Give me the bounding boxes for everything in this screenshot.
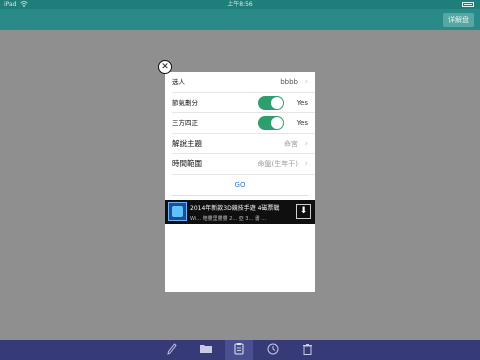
row-label: 節氣劃分 bbox=[172, 98, 198, 107]
chevron-right-icon: › bbox=[304, 159, 308, 169]
ad-banner[interactable]: 2014年新款3D競技手遊 4磁票戰 Wi... 賠豐里豐豐 2... 亞 3.… bbox=[165, 200, 315, 224]
row-label: 三方四正 bbox=[172, 119, 198, 127]
chevron-right-icon: › bbox=[304, 77, 308, 87]
clock-icon bbox=[267, 343, 279, 358]
status-bar: iPad 上午8:56 bbox=[0, 0, 480, 9]
tab-bar bbox=[0, 340, 480, 360]
toggle-state: Yes bbox=[296, 119, 308, 127]
row-time-range[interactable]: 時間範圍 命盤(生年干) › bbox=[172, 154, 315, 175]
divider bbox=[172, 195, 308, 196]
row-value: bbbb bbox=[280, 78, 298, 86]
tab-open[interactable] bbox=[192, 340, 220, 360]
close-button[interactable]: ✕ bbox=[158, 60, 172, 74]
row-three-directions: 三方四正 Yes bbox=[172, 113, 315, 134]
tab-history[interactable] bbox=[259, 340, 287, 360]
trash-icon bbox=[302, 343, 313, 358]
clipboard-icon bbox=[234, 342, 244, 358]
tab-records[interactable] bbox=[225, 340, 253, 360]
close-icon: ✕ bbox=[161, 61, 169, 72]
row-label: 选人 bbox=[172, 78, 185, 86]
row-label: 解說主題 bbox=[172, 138, 202, 148]
solar-terms-toggle[interactable] bbox=[258, 95, 284, 110]
ad-subtitle: Wi... 賠豐里豐豐 2... 亞 3... 書 ... bbox=[190, 216, 267, 222]
detail-chart-button[interactable]: 详解盘 bbox=[443, 13, 474, 27]
download-button[interactable]: ⬇ bbox=[296, 204, 311, 219]
toggle-state: Yes bbox=[296, 98, 308, 107]
settings-list: 选人 bbbb › 節氣劃分 Yes 三方四正 Yes 解說主題 命宮 › 時間… bbox=[165, 72, 315, 175]
go-button[interactable]: GO bbox=[165, 175, 315, 195]
ad-title: 2014年新款3D競技手遊 4磁票戰 bbox=[190, 205, 280, 212]
chevron-right-icon: › bbox=[304, 138, 308, 149]
row-label: 時間範圍 bbox=[172, 159, 202, 168]
settings-dialog: 选人 bbbb › 節氣劃分 Yes 三方四正 Yes 解說主題 命宮 › 時間… bbox=[165, 72, 315, 292]
ad-thumbnail bbox=[168, 202, 187, 221]
tab-edit[interactable] bbox=[158, 340, 186, 360]
navigation-bar: 详解盘 bbox=[0, 9, 480, 30]
folder-icon bbox=[199, 343, 213, 357]
row-topic[interactable]: 解說主題 命宮 › bbox=[172, 134, 315, 154]
row-solar-terms: 節氣劃分 Yes bbox=[172, 93, 315, 113]
row-value: 命盤(生年干) bbox=[257, 160, 298, 168]
row-select-person[interactable]: 选人 bbbb › bbox=[172, 72, 315, 93]
status-clock: 上午8:56 bbox=[227, 1, 253, 8]
three-directions-toggle[interactable] bbox=[258, 116, 284, 130]
download-icon: ⬇ bbox=[299, 206, 308, 216]
row-value: 命宮 bbox=[284, 139, 298, 148]
pencil-icon bbox=[167, 342, 177, 358]
tab-delete[interactable] bbox=[293, 340, 321, 360]
battery-icon bbox=[462, 2, 474, 7]
